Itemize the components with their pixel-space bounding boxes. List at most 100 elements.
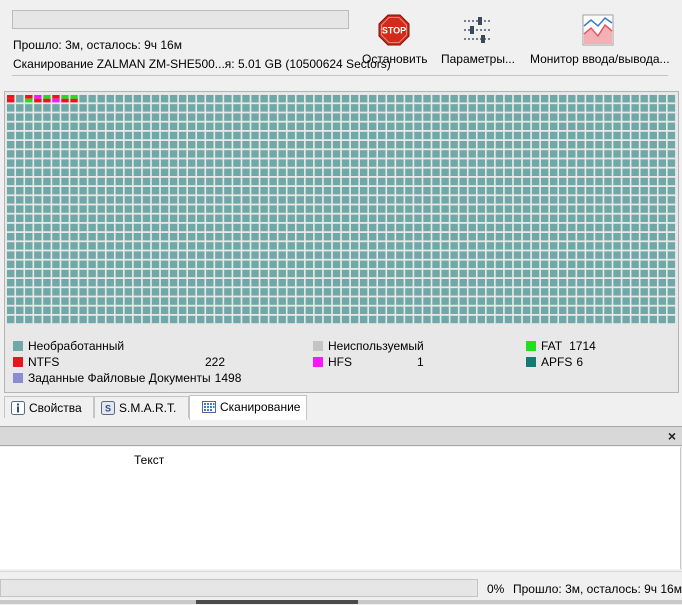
sector-block [468,196,476,204]
sector-block [160,150,169,158]
sector-block [649,104,657,112]
sector-block [441,242,449,250]
sector-block [441,306,449,314]
close-icon[interactable]: × [668,428,676,444]
tab-properties[interactable]: Свойства [4,396,94,418]
sector-block [305,288,314,296]
sector-block [287,269,295,278]
sector-block [613,177,621,186]
sector-block [70,168,78,176]
sector-block [115,177,123,186]
sector-block [396,131,404,140]
results-list[interactable]: Текст [0,447,681,569]
sector-block [7,141,15,149]
sector-block [649,150,657,158]
sector-block [477,131,485,140]
sector-block [296,279,304,287]
sector-block [631,150,639,158]
sector-block [242,297,250,305]
sector-block [631,141,639,149]
tab-smart[interactable]: S S.M.A.R.T. [94,396,189,418]
sector-block [242,233,250,241]
sector-block [142,279,151,287]
sector-block [513,168,522,176]
stop-button[interactable]: STOP Остановить [362,14,428,66]
sector-block [233,177,241,186]
sector-block [314,306,323,314]
sector-block-fat [70,95,78,99]
sector-block [450,297,458,305]
sector-block [79,104,87,112]
sector-block [369,306,377,314]
sector-block [88,150,96,158]
sector-block [604,196,612,204]
sector-block [468,251,476,259]
sector-block [396,141,404,149]
sector-block [586,131,594,140]
sector-block [97,122,105,130]
sector-block [531,269,540,278]
sector-block [341,260,350,268]
tab-scan[interactable]: Сканирование [189,395,307,420]
sector-block [378,269,386,278]
sector-block [43,187,51,195]
sector-block [495,113,504,121]
sector-block [233,95,241,103]
sector-block [649,205,657,213]
sector-block [314,260,323,268]
sector-block [640,104,648,112]
sector-block [188,196,196,204]
sector-block [233,251,241,259]
sector-block [7,214,15,222]
sector-block [577,214,585,222]
sector-block [441,150,449,158]
sector-block [522,113,531,121]
sector-block [242,214,250,222]
sector-block [414,205,422,213]
sector-block [387,214,395,222]
sector-block [169,177,178,186]
sector-block [43,297,51,305]
sector-block [61,122,69,130]
sector-block [16,159,24,167]
sector-block [405,95,413,103]
sector-block [341,196,350,204]
scrollbar-thumb[interactable] [196,600,358,604]
sector-block [577,187,585,195]
sector-block [106,269,114,278]
sector-block [151,297,160,305]
sector-block [396,187,404,195]
sector-block [369,233,377,241]
scan-map-area: Необработанный Неиспользуемый FAT 1714 NT… [4,91,679,393]
sector-block [70,150,78,158]
sector-block [233,297,241,305]
sector-block [269,131,277,140]
sector-block [115,141,123,149]
sector-block [559,122,567,130]
sector-block [151,223,160,232]
sector-block [359,196,368,204]
sector-block [631,251,639,259]
sector-block [640,223,648,232]
sector-block [206,104,214,112]
sector-block [278,214,286,222]
sector-block [169,104,178,112]
sector-block [188,269,196,278]
sector-block [378,315,386,324]
column-header-text[interactable]: Текст [134,453,164,467]
sector-block [450,279,458,287]
sector-block [97,233,105,241]
sector-block [540,288,549,296]
sector-block [34,131,42,140]
io-monitor-button[interactable]: Монитор ввода/вывода... [530,14,670,66]
sector-block [586,187,594,195]
sector-block [269,297,277,305]
sector-block [269,269,277,278]
parameters-button[interactable]: Параметры... [441,14,515,66]
sector-block [432,131,440,140]
sector-block [586,205,594,213]
sector-block [441,233,449,241]
sector-block [604,260,612,268]
sector-block [332,306,341,314]
sector-block [287,205,295,213]
